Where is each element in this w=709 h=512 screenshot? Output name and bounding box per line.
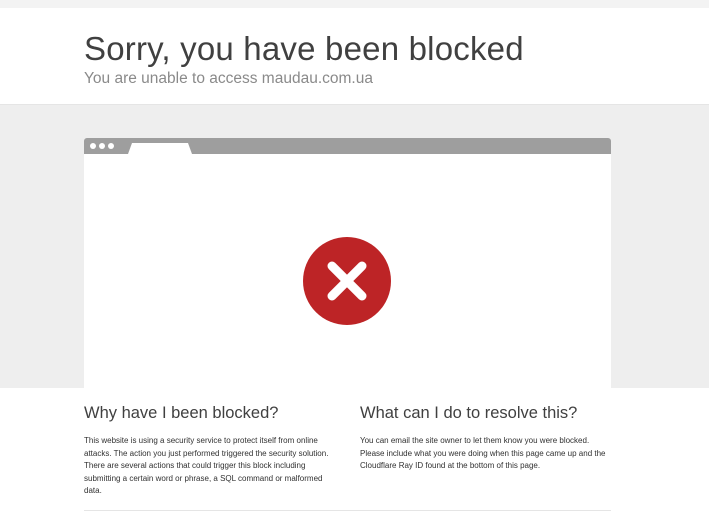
- page-subtitle: You are unable to access maudau.com.ua: [84, 70, 373, 87]
- why-blocked-text: This website is using a security service…: [84, 436, 329, 495]
- resolve-heading: What can I do to resolve this?: [360, 404, 578, 422]
- browser-window-body: [84, 154, 611, 388]
- page-header: Sorry, you have been blocked You are una…: [0, 8, 709, 105]
- divider: [84, 510, 611, 511]
- browser-window-bar: [84, 138, 611, 154]
- resolve-column: What can I do to resolve this? You can e…: [360, 404, 610, 473]
- page-title: Sorry, you have been blocked: [84, 30, 524, 67]
- top-strip: [0, 0, 709, 8]
- browser-tab: [128, 143, 192, 154]
- window-dot-icon: [90, 143, 96, 149]
- why-blocked-column: Why have I been blocked? This website is…: [84, 404, 334, 498]
- resolve-text: You can email the site owner to let them…: [360, 436, 606, 470]
- explanation-section: Why have I been blocked? This website is…: [0, 388, 709, 512]
- error-x-circle-icon: [303, 237, 391, 325]
- window-dot-icon: [99, 143, 105, 149]
- window-dot-icon: [108, 143, 114, 149]
- why-blocked-heading: Why have I been blocked?: [84, 404, 279, 422]
